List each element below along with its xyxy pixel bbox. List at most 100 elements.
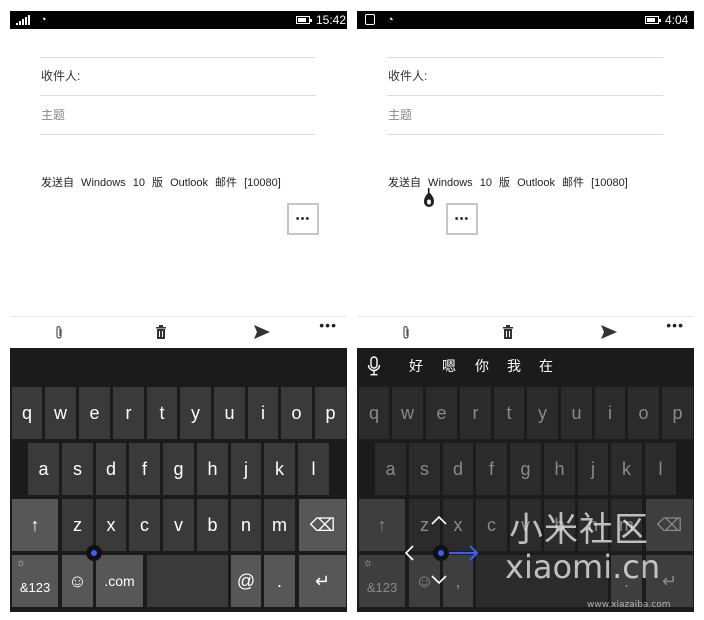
- key-o[interactable]: o: [628, 387, 659, 439]
- shift-key[interactable]: ↑: [359, 499, 405, 551]
- at-key[interactable]: @: [231, 555, 261, 607]
- key-h[interactable]: h: [544, 443, 575, 495]
- key-u[interactable]: u: [561, 387, 592, 439]
- candidate-word[interactable]: 我: [507, 358, 521, 374]
- key-j[interactable]: j: [231, 443, 261, 495]
- backspace-key[interactable]: ⌫: [646, 499, 693, 551]
- key-f[interactable]: f: [476, 443, 507, 495]
- backspace-key[interactable]: ⌫: [299, 499, 346, 551]
- key-d[interactable]: d: [443, 443, 473, 495]
- candidate-word[interactable]: 在: [539, 358, 553, 374]
- key-q[interactable]: q: [12, 387, 42, 439]
- watermark-text: xiaomi.cn: [505, 548, 661, 586]
- key-a[interactable]: a: [375, 443, 406, 495]
- numbers-key-label: &123: [366, 580, 398, 595]
- key-f[interactable]: f: [129, 443, 160, 495]
- cursor-control-dot[interactable]: [433, 545, 449, 561]
- key-j[interactable]: j: [578, 443, 608, 495]
- more-options-button[interactable]: •••: [287, 203, 319, 235]
- key-n[interactable]: n: [231, 499, 261, 551]
- key-x[interactable]: x: [96, 499, 126, 551]
- key-k[interactable]: k: [264, 443, 295, 495]
- key-h[interactable]: h: [197, 443, 228, 495]
- candidate-word[interactable]: 好: [409, 358, 423, 374]
- key-i[interactable]: i: [595, 387, 625, 439]
- key-e[interactable]: e: [426, 387, 457, 439]
- space-key[interactable]: [147, 555, 228, 607]
- delete-icon[interactable]: [502, 325, 514, 342]
- key-l[interactable]: l: [298, 443, 329, 495]
- key-v[interactable]: v: [163, 499, 194, 551]
- key-u[interactable]: u: [214, 387, 245, 439]
- microphone-icon[interactable]: [367, 356, 381, 376]
- emoji-key[interactable]: ☺: [62, 555, 93, 607]
- key-y[interactable]: y: [180, 387, 211, 439]
- key-q[interactable]: q: [359, 387, 389, 439]
- key-z[interactable]: z: [62, 499, 93, 551]
- message-body[interactable]: 发送自 Windows 10 版 Outlook 邮件 [10080]: [41, 174, 281, 190]
- key-l[interactable]: l: [645, 443, 676, 495]
- key-c[interactable]: c: [129, 499, 160, 551]
- watermark-site: www.xiazaiba.com: [587, 600, 671, 610]
- candidate-word[interactable]: 你: [475, 358, 489, 374]
- key-k[interactable]: k: [611, 443, 642, 495]
- key-w[interactable]: w: [45, 387, 76, 439]
- app-bar-more-button[interactable]: •••: [319, 317, 337, 333]
- key-m[interactable]: m: [264, 499, 295, 551]
- key-c[interactable]: c: [476, 499, 507, 551]
- battery-icon: [645, 16, 661, 24]
- key-o[interactable]: o: [281, 387, 312, 439]
- attach-icon[interactable]: [401, 325, 411, 344]
- key-e[interactable]: e: [79, 387, 110, 439]
- ellipsis-icon: •••: [295, 213, 311, 225]
- key-a[interactable]: a: [28, 443, 59, 495]
- emoji-icon: ☺: [415, 570, 434, 591]
- candidate-bar: 好 嗯 你 我 在: [357, 348, 694, 384]
- send-icon[interactable]: [254, 325, 270, 342]
- on-screen-keyboard: q w e r t y u i o p a s d f g h j k l ↑ …: [10, 348, 347, 612]
- key-r[interactable]: r: [113, 387, 144, 439]
- to-field-label[interactable]: 收件人:: [41, 69, 80, 83]
- shift-key[interactable]: ↑: [12, 499, 58, 551]
- key-r[interactable]: r: [460, 387, 491, 439]
- key-g[interactable]: g: [163, 443, 194, 495]
- key-s[interactable]: s: [409, 443, 440, 495]
- ellipsis-icon: •••: [454, 213, 470, 225]
- enter-key[interactable]: ↵: [299, 555, 346, 607]
- key-g[interactable]: g: [510, 443, 541, 495]
- key-d[interactable]: d: [96, 443, 126, 495]
- text-cursor-handle-icon[interactable]: [423, 188, 435, 208]
- emoji-key[interactable]: ☺: [409, 555, 440, 607]
- key-t[interactable]: t: [494, 387, 524, 439]
- key-s[interactable]: s: [62, 443, 93, 495]
- app-bar-more-button[interactable]: •••: [666, 317, 684, 333]
- divider: [40, 95, 316, 96]
- candidate-word[interactable]: 嗯: [442, 358, 456, 374]
- send-icon[interactable]: [601, 325, 617, 342]
- dotcom-key[interactable]: .com: [96, 555, 143, 607]
- key-p[interactable]: p: [662, 387, 693, 439]
- key-z[interactable]: z: [409, 499, 440, 551]
- key-t[interactable]: t: [147, 387, 177, 439]
- attach-icon[interactable]: [54, 325, 64, 344]
- more-options-button[interactable]: •••: [446, 203, 478, 235]
- numbers-symbols-key[interactable]: ☼ &123: [12, 555, 58, 607]
- numbers-symbols-key[interactable]: ☼ &123: [359, 555, 405, 607]
- divider: [387, 57, 663, 58]
- key-w[interactable]: w: [392, 387, 423, 439]
- comma-key[interactable]: ,: [443, 555, 473, 607]
- key-x[interactable]: x: [443, 499, 473, 551]
- subject-input[interactable]: 主题: [41, 108, 65, 122]
- key-p[interactable]: p: [315, 387, 346, 439]
- emoji-icon: ☺: [68, 570, 87, 591]
- wifi-icon: ◔: [40, 14, 47, 26]
- key-y[interactable]: y: [527, 387, 558, 439]
- period-key[interactable]: .: [264, 555, 295, 607]
- cursor-control-dot[interactable]: [86, 545, 102, 561]
- key-i[interactable]: i: [248, 387, 278, 439]
- to-field-label[interactable]: 收件人:: [388, 69, 427, 83]
- delete-icon[interactable]: [155, 325, 167, 342]
- key-b[interactable]: b: [197, 499, 228, 551]
- subject-input[interactable]: 主题: [388, 108, 412, 122]
- phone-screen-right: ◔ 4:04 收件人: 主题 发送自 Windows 10 版 Outlook …: [357, 0, 694, 612]
